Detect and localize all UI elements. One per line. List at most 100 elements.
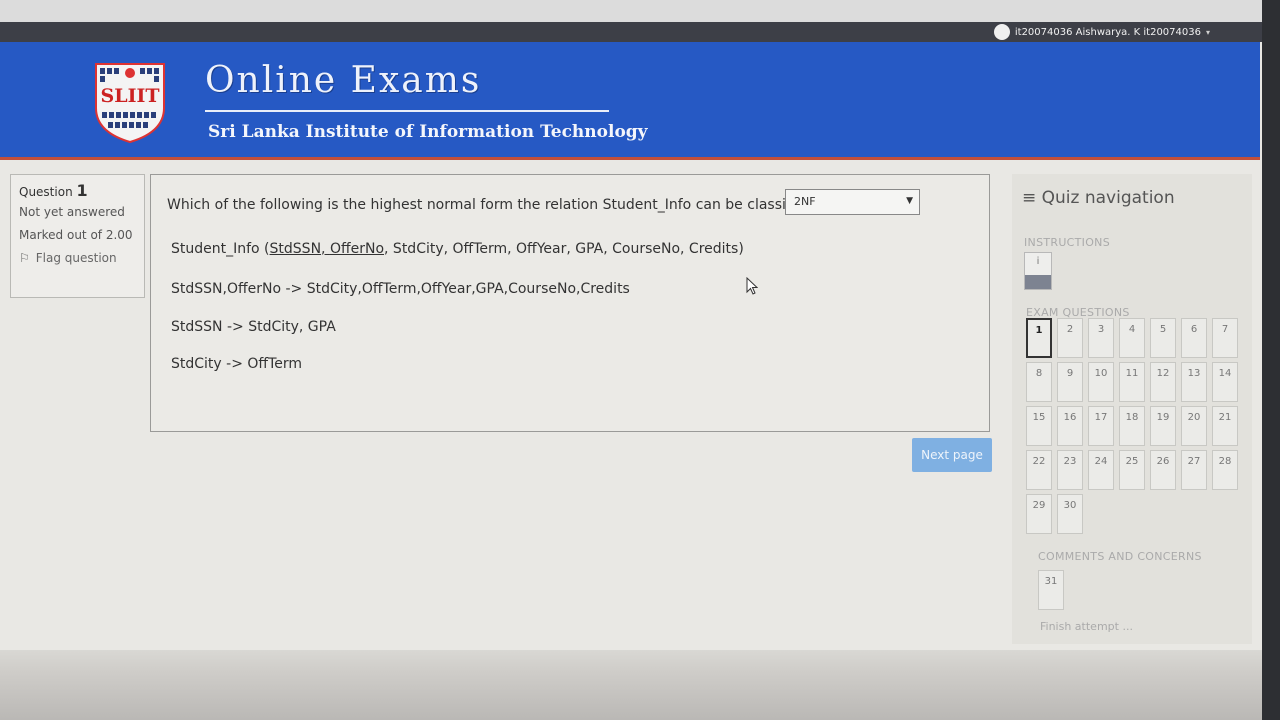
- comments-question-button[interactable]: 31: [1038, 570, 1064, 610]
- question-nav-button[interactable]: 18: [1119, 406, 1145, 446]
- user-name: it20074036 Aishwarya. K it20074036: [1014, 26, 1201, 38]
- question-nav-number: 8: [1035, 368, 1043, 379]
- question-nav-number: 21: [1218, 412, 1232, 423]
- question-nav-button[interactable]: 8: [1026, 362, 1052, 402]
- flag-icon: ⚐: [19, 251, 30, 265]
- question-nav-button[interactable]: 23: [1057, 450, 1083, 490]
- chevron-down-icon: ▾: [1205, 27, 1210, 37]
- site-header: SLIIT Online Exams Sri Lanka Institute o…: [0, 42, 1260, 160]
- question-nav-button[interactable]: 16: [1057, 406, 1083, 446]
- finish-attempt-link[interactable]: Finish attempt ...: [1040, 620, 1133, 633]
- question-nav-button[interactable]: 24: [1088, 450, 1114, 490]
- browser-top-strip: [0, 0, 1280, 22]
- question-panel: Which of the following is the highest no…: [150, 174, 990, 432]
- question-nav-number: 26: [1156, 456, 1170, 467]
- quiz-navigation-title: ≡ Quiz navigation: [1022, 188, 1175, 208]
- question-nav-button[interactable]: 10: [1088, 362, 1114, 402]
- question-nav-number: 15: [1032, 412, 1046, 423]
- screen-bottom-edge: [0, 650, 1280, 720]
- functional-dependency-1: StdSSN,OfferNo -> StdCity,OffTerm,OffYea…: [171, 281, 630, 297]
- question-nav-number: 4: [1128, 324, 1136, 335]
- next-page-button[interactable]: Next page: [912, 438, 992, 472]
- title-divider: [205, 110, 609, 112]
- relation-schema: Student_Info (StdSSN, OfferNo, StdCity, …: [171, 241, 744, 257]
- answer-select[interactable]: 2NF ▼: [785, 189, 920, 215]
- user-avatar: [993, 24, 1010, 40]
- question-nav-number: 5: [1159, 324, 1167, 335]
- question-nav-button[interactable]: 22: [1026, 450, 1052, 490]
- question-nav-number: 18: [1125, 412, 1139, 423]
- question-nav-button[interactable]: 4: [1119, 318, 1145, 358]
- mouse-pointer-icon: [746, 277, 758, 295]
- question-nav-button[interactable]: 26: [1150, 450, 1176, 490]
- question-nav-button[interactable]: 28: [1212, 450, 1238, 490]
- info-icon: i: [1036, 256, 1040, 267]
- question-nav-number: 29: [1032, 500, 1046, 511]
- screen-right-edge: [1262, 0, 1280, 720]
- question-nav-number: 2: [1066, 324, 1074, 335]
- functional-dependency-3: StdCity -> OffTerm: [171, 356, 302, 372]
- question-info-panel: Question 1 Not yet answered Marked out o…: [10, 174, 145, 298]
- question-nav-button[interactable]: 14: [1212, 362, 1238, 402]
- question-nav-number: 19: [1156, 412, 1170, 423]
- question-nav-button[interactable]: 19: [1150, 406, 1176, 446]
- question-grid: 1 2 3 4 5 6 7 8 9 10 11 12 13 14 15 16 17 18 19 20 21 22 23 24 2…: [1026, 318, 1238, 534]
- quiz-navigation-panel: ≡ Quiz navigation INSTRUCTIONS i EXAM QU…: [1012, 174, 1252, 644]
- question-nav-number: 16: [1063, 412, 1077, 423]
- question-nav-button[interactable]: 12: [1150, 362, 1176, 402]
- question-nav-button[interactable]: 27: [1181, 450, 1207, 490]
- site-title: Online Exams: [205, 60, 482, 101]
- menu-icon: ≡: [1022, 188, 1037, 208]
- question-nav-number: 3: [1097, 324, 1105, 335]
- comments-label: COMMENTS AND CONCERNS: [1038, 550, 1202, 563]
- question-nav-number: 27: [1187, 456, 1201, 467]
- browser-screen: it20074036 Aishwarya. K it20074036 ▾ SLI…: [0, 0, 1280, 720]
- question-nav-button[interactable]: 1: [1026, 318, 1052, 358]
- question-nav-number: 7: [1221, 324, 1229, 335]
- question-nav-button[interactable]: 5: [1150, 318, 1176, 358]
- instructions-button[interactable]: i: [1024, 252, 1052, 290]
- instructions-label: INSTRUCTIONS: [1024, 236, 1110, 249]
- question-nav-button[interactable]: 6: [1181, 318, 1207, 358]
- question-status: Not yet answered: [19, 205, 125, 219]
- question-nav-number: 17: [1094, 412, 1108, 423]
- answer-selected-value: 2NF: [794, 195, 816, 208]
- user-menu[interactable]: it20074036 Aishwarya. K it20074036 ▾: [993, 24, 1210, 40]
- question-nav-number: 28: [1218, 456, 1232, 467]
- question-nav-button[interactable]: 29: [1026, 494, 1052, 534]
- question-nav-button[interactable]: 3: [1088, 318, 1114, 358]
- dropdown-arrow-icon: ▼: [906, 196, 913, 206]
- question-nav-button[interactable]: 15: [1026, 406, 1052, 446]
- question-nav-number: 20: [1187, 412, 1201, 423]
- sliit-logo: SLIIT: [95, 63, 165, 144]
- question-nav-button[interactable]: 11: [1119, 362, 1145, 402]
- question-text: Which of the following is the highest no…: [167, 197, 820, 213]
- question-nav-number: 13: [1187, 368, 1201, 379]
- question-nav-number: 22: [1032, 456, 1046, 467]
- question-nav-button[interactable]: 20: [1181, 406, 1207, 446]
- question-nav-button[interactable]: 17: [1088, 406, 1114, 446]
- question-nav-number: 11: [1125, 368, 1139, 379]
- svg-text:SLIIT: SLIIT: [101, 85, 160, 107]
- question-nav-button[interactable]: 30: [1057, 494, 1083, 534]
- question-nav-number: 9: [1066, 368, 1074, 379]
- question-nav-number: 14: [1218, 368, 1232, 379]
- question-marks: Marked out of 2.00: [19, 228, 133, 242]
- question-nav-button[interactable]: 2: [1057, 318, 1083, 358]
- question-nav-number: 24: [1094, 456, 1108, 467]
- question-nav-button[interactable]: 21: [1212, 406, 1238, 446]
- flag-question-button[interactable]: ⚐ Flag question: [19, 251, 136, 265]
- functional-dependency-2: StdSSN -> StdCity, GPA: [171, 319, 336, 335]
- question-nav-button[interactable]: 13: [1181, 362, 1207, 402]
- site-subtitle: Sri Lanka Institute of Information Techn…: [208, 122, 648, 142]
- question-nav-number: 10: [1094, 368, 1108, 379]
- question-nav-button[interactable]: 7: [1212, 318, 1238, 358]
- question-nav-button[interactable]: 25: [1119, 450, 1145, 490]
- question-nav-number: 12: [1156, 368, 1170, 379]
- question-nav-number: 25: [1125, 456, 1139, 467]
- question-nav-number: 23: [1063, 456, 1077, 467]
- question-nav-button[interactable]: 9: [1057, 362, 1083, 402]
- question-nav-number: 30: [1063, 500, 1077, 511]
- question-nav-number: 6: [1190, 324, 1198, 335]
- question-number: Question 1: [19, 181, 88, 200]
